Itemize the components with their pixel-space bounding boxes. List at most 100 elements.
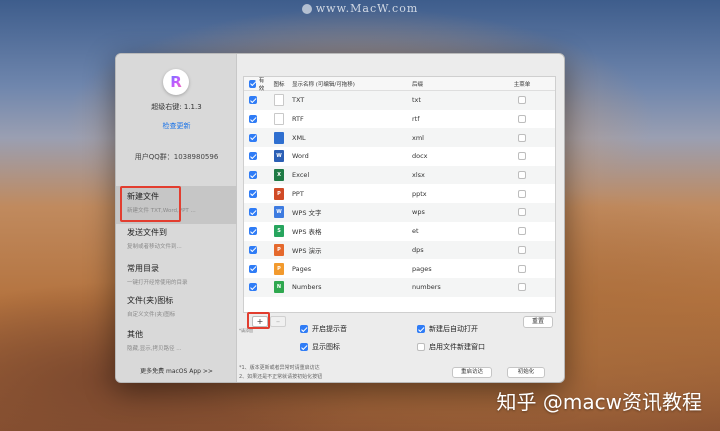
row-name[interactable]: WPS 表格 bbox=[290, 226, 410, 236]
remove-button[interactable]: – bbox=[270, 316, 286, 327]
row-main-menu bbox=[492, 227, 552, 236]
row-main-menu-checkbox[interactable] bbox=[518, 208, 526, 217]
word-icon: W bbox=[274, 150, 284, 163]
row-name[interactable]: TXT bbox=[290, 96, 410, 104]
row-enabled-checkbox[interactable] bbox=[249, 189, 257, 198]
reset-button[interactable]: 重置 bbox=[523, 316, 553, 328]
autostart-checkbox[interactable] bbox=[417, 325, 425, 333]
show-icon-option[interactable]: 显示图标 bbox=[300, 342, 340, 352]
table-row[interactable]: P WPS 演示 dps bbox=[244, 240, 555, 260]
row-ext: xml bbox=[412, 133, 424, 142]
sidebar-item-subtitle: 自定义文件(夹)图标 bbox=[127, 312, 176, 318]
row-enabled bbox=[244, 152, 268, 161]
table-row[interactable]: W Word docx bbox=[244, 147, 555, 166]
more-apps-link[interactable]: 更多免费 macOS App >> bbox=[116, 366, 237, 375]
row-main-menu-checkbox[interactable] bbox=[518, 133, 526, 142]
row-name[interactable]: Excel bbox=[290, 171, 410, 179]
row-main-menu bbox=[492, 245, 552, 254]
select-all-checkbox[interactable] bbox=[249, 79, 256, 88]
row-enabled-checkbox[interactable] bbox=[249, 264, 257, 273]
table-row[interactable]: N Numbers numbers bbox=[244, 277, 555, 297]
wps-sheet-icon: S bbox=[274, 225, 284, 238]
row-enabled-checkbox[interactable] bbox=[249, 227, 257, 236]
row-enabled bbox=[244, 171, 268, 180]
row-enabled-checkbox[interactable] bbox=[249, 283, 257, 292]
row-icon-cell: P bbox=[268, 243, 290, 256]
table-row[interactable]: P PPT pptx bbox=[244, 184, 555, 203]
row-enabled bbox=[244, 189, 268, 198]
row-name[interactable]: Pages bbox=[290, 265, 410, 273]
row-ext: txt bbox=[412, 96, 421, 105]
row-name[interactable]: Word bbox=[290, 152, 410, 160]
note-line-1: *1、版本更新或者异常时请重启访达 bbox=[239, 365, 320, 371]
row-main-menu-checkbox[interactable] bbox=[518, 227, 526, 236]
open-tip-checkbox[interactable] bbox=[300, 325, 308, 333]
sidebar-item-title: 发送文件到 bbox=[127, 228, 167, 237]
row-name[interactable]: RTF bbox=[290, 115, 410, 123]
autostart-option[interactable]: 新建后自动打开 bbox=[417, 324, 478, 334]
row-icon-cell: X bbox=[268, 169, 290, 182]
row-ext: wps bbox=[412, 208, 425, 217]
open-tip-option[interactable]: 开启提示音 bbox=[300, 324, 347, 334]
numbers-icon: N bbox=[274, 281, 284, 294]
wps-presentation-icon: P bbox=[274, 243, 284, 256]
note-line-2: 2、如果还是不正常就请按初始化按钮 bbox=[239, 374, 323, 380]
row-enabled-checkbox[interactable] bbox=[249, 115, 257, 124]
row-enabled-checkbox[interactable] bbox=[249, 171, 257, 180]
qq-group-text: 用户QQ群：1038980596 bbox=[134, 153, 219, 161]
new-window-option[interactable]: 启用文件新建窗口 bbox=[417, 342, 485, 352]
table-row[interactable]: P Pages pages bbox=[244, 259, 555, 278]
table-row[interactable]: W WPS 文字 wps bbox=[244, 203, 555, 222]
row-main-menu-checkbox[interactable] bbox=[518, 189, 526, 198]
header-ext: 后缀 bbox=[412, 81, 424, 88]
pages-icon: P bbox=[274, 262, 284, 275]
show-icon-checkbox[interactable] bbox=[300, 343, 308, 351]
row-main-menu-checkbox[interactable] bbox=[518, 171, 526, 180]
row-name[interactable]: Numbers bbox=[290, 283, 410, 291]
row-icon-cell: W bbox=[268, 150, 290, 163]
sidebar-item-title: 文件(夹)图标 bbox=[127, 296, 174, 305]
table-row[interactable]: S WPS 表格 et bbox=[244, 222, 555, 241]
txt-file-icon bbox=[274, 94, 284, 107]
row-main-menu-checkbox[interactable] bbox=[518, 264, 526, 273]
sidebar-item-title: 其他 bbox=[127, 330, 143, 339]
ppt-icon: P bbox=[274, 187, 284, 200]
row-enabled bbox=[244, 96, 268, 105]
sidebar-item-other[interactable]: 其他 隐藏,显示,拷贝路径 ... bbox=[116, 324, 237, 362]
row-enabled-checkbox[interactable] bbox=[249, 245, 257, 254]
check-update-link[interactable]: 检查更新 bbox=[116, 121, 237, 131]
excel-icon: X bbox=[274, 169, 284, 182]
row-main-menu-checkbox[interactable] bbox=[518, 245, 526, 254]
new-window-checkbox[interactable] bbox=[417, 343, 425, 351]
row-name[interactable]: PPT bbox=[290, 190, 410, 198]
row-enabled-checkbox[interactable] bbox=[249, 96, 257, 105]
table-row[interactable]: X Excel xlsx bbox=[244, 165, 555, 185]
initialize-button[interactable]: 初始化 bbox=[507, 367, 545, 378]
row-icon-cell: S bbox=[268, 225, 290, 238]
row-name[interactable]: WPS 演示 bbox=[290, 245, 410, 255]
restart-finder-button[interactable]: 重启访达 bbox=[452, 367, 492, 378]
row-enabled-checkbox[interactable] bbox=[249, 152, 257, 161]
row-main-menu bbox=[492, 208, 552, 217]
row-main-menu-checkbox[interactable] bbox=[518, 283, 526, 292]
sidebar-item-folder-icons[interactable]: 文件(夹)图标 自定义文件(夹)图标 bbox=[116, 290, 237, 328]
sidebar-item-send-to[interactable]: 发送文件到 复制或者移动文件到... bbox=[116, 222, 237, 260]
row-ext: rtf bbox=[412, 115, 420, 124]
row-main-menu-checkbox[interactable] bbox=[518, 115, 526, 124]
row-main-menu bbox=[492, 152, 552, 161]
row-enabled bbox=[244, 115, 268, 124]
table-row[interactable]: TXT txt bbox=[244, 91, 555, 110]
row-main-menu-checkbox[interactable] bbox=[518, 96, 526, 105]
main-content: 有效 图标 显示名称 (可编辑/可拖移) 后缀 主菜单 TXT txt RTF rtf… bbox=[237, 54, 564, 382]
row-enabled-checkbox[interactable] bbox=[249, 208, 257, 217]
table-row[interactable]: RTF rtf bbox=[244, 110, 555, 129]
row-icon-cell bbox=[268, 94, 290, 107]
wps-writer-icon: W bbox=[274, 206, 284, 219]
sidebar-item-subtitle: 复制或者移动文件到... bbox=[127, 244, 182, 250]
table-row[interactable]: XML xml bbox=[244, 128, 555, 148]
row-main-menu-checkbox[interactable] bbox=[518, 152, 526, 161]
row-name[interactable]: WPS 文字 bbox=[290, 207, 410, 217]
row-name[interactable]: XML bbox=[290, 134, 410, 142]
row-icon-cell: P bbox=[268, 187, 290, 200]
row-enabled-checkbox[interactable] bbox=[249, 133, 257, 142]
